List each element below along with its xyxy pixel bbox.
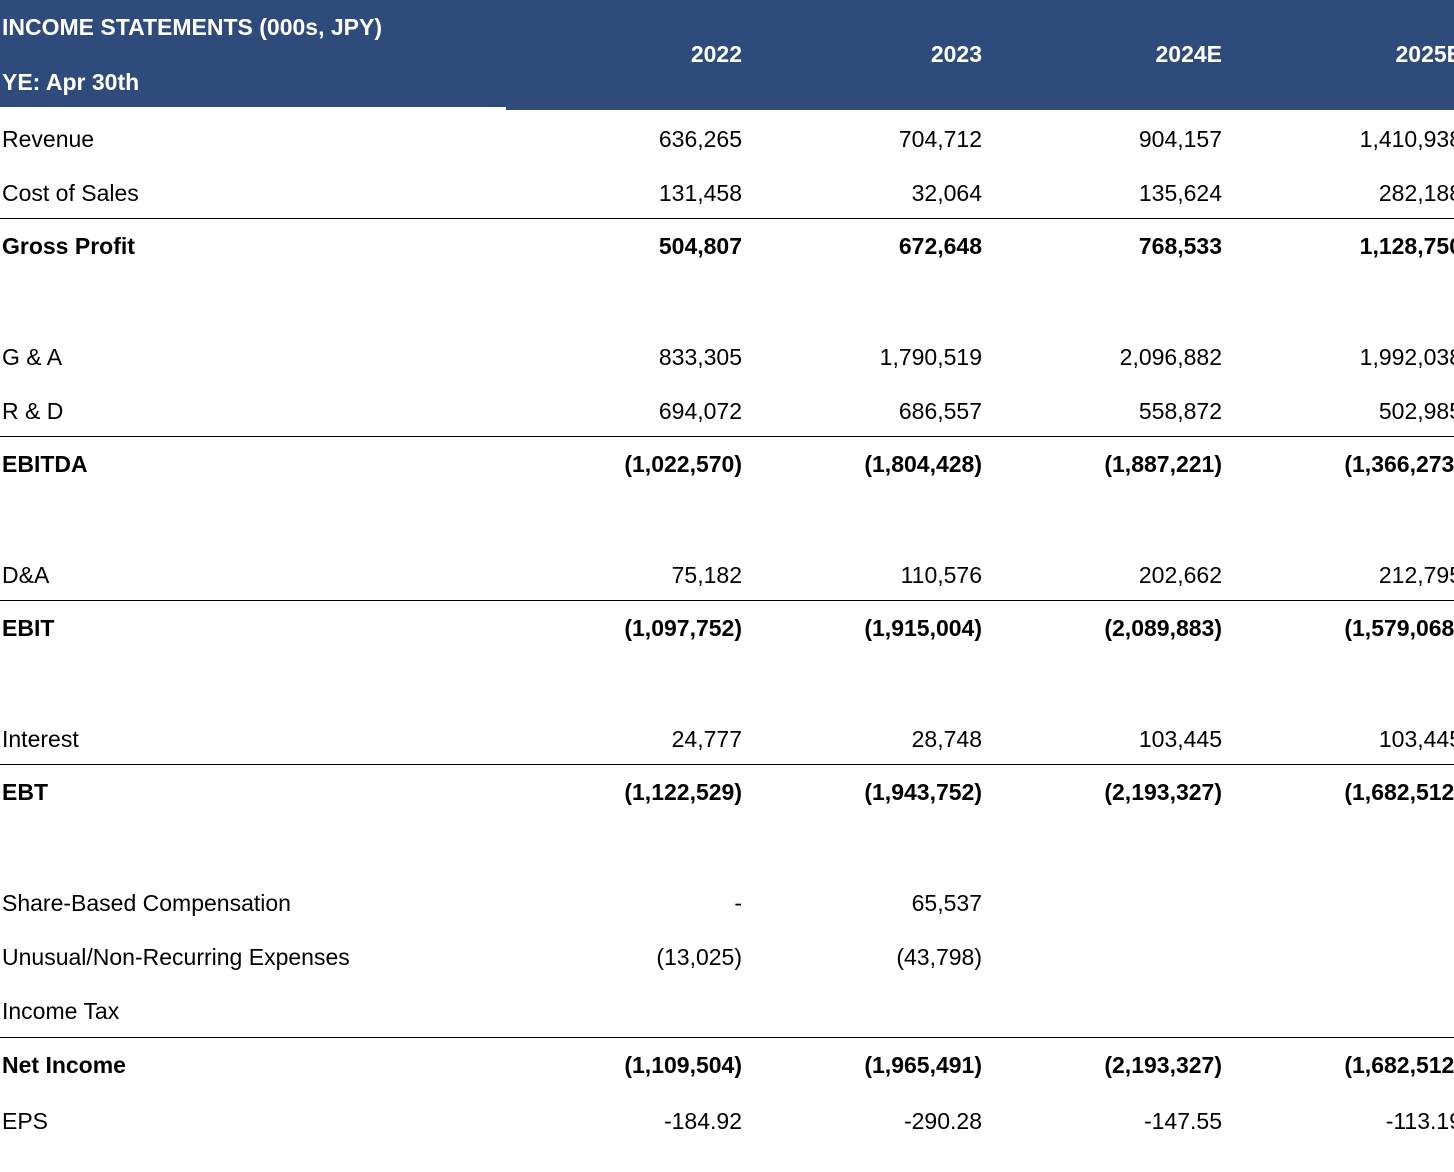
table-row-income-tax: Income Tax: [0, 984, 1454, 1038]
column-header-2023: 2023: [930, 41, 982, 67]
cell-2024e: (2,193,327): [1104, 1052, 1222, 1078]
header-divider: [0, 107, 506, 110]
column-header-2025e: 2025E: [1395, 41, 1454, 67]
cell-2024e: (1,887,221): [1104, 451, 1222, 477]
cell-2025e: 1,992,038: [1359, 344, 1454, 370]
row-label: Revenue: [2, 126, 95, 152]
cell-2023: -290.28: [903, 1108, 982, 1134]
cell-2024e: 2,096,882: [1119, 344, 1222, 370]
cell-2022: 24,777: [671, 726, 742, 752]
cell-2022: (13,025): [656, 944, 742, 970]
cell-2024e: 202,662: [1138, 562, 1222, 588]
cell-2025e: (1,682,512): [1344, 779, 1454, 805]
table-row-unusual-expenses: Unusual/Non-Recurring Expenses (13,025) …: [0, 930, 1454, 984]
row-label: Share-Based Compensation: [2, 890, 291, 916]
cell-2023: (1,804,428): [864, 451, 982, 477]
cell-2023: 704,712: [898, 126, 982, 152]
row-label: Net Income: [2, 1052, 126, 1078]
cell-2025e: (1,366,273): [1344, 451, 1454, 477]
cell-2023: (1,943,752): [864, 779, 982, 805]
cell-2022: (1,097,752): [624, 615, 742, 641]
row-label: R & D: [2, 398, 64, 424]
cell-2025e: 212,795: [1378, 562, 1454, 588]
cell-2023: 110,576: [900, 562, 982, 588]
row-label: Gross Profit: [2, 233, 135, 259]
cell-2023: 686,557: [898, 398, 982, 424]
table-row-ebit: EBIT (1,097,752) (1,915,004) (2,089,883)…: [0, 600, 1454, 654]
cell-2025e: -113.19: [1385, 1108, 1454, 1134]
income-statement-sheet: INCOME STATEMENTS (000s, JPY) YE: Apr 30…: [0, 0, 1454, 1172]
cell-2024e: -147.55: [1143, 1108, 1222, 1134]
cell-2024e: 768,533: [1138, 233, 1222, 259]
row-label: D&A: [2, 562, 50, 588]
cell-2023: 65,537: [911, 890, 982, 916]
cell-2022: 504,807: [658, 233, 742, 259]
cell-2023: 1,790,519: [879, 344, 982, 370]
cell-2024e: 103,445: [1138, 726, 1222, 752]
statement-title: INCOME STATEMENTS (000s, JPY): [2, 14, 382, 40]
cell-2023: 32,064: [911, 180, 982, 206]
cell-2025e: (1,579,068): [1344, 615, 1454, 641]
cell-2024e: 558,872: [1138, 398, 1222, 424]
cell-2025e: (1,682,512): [1344, 1052, 1454, 1078]
cell-2024e: (2,089,883): [1104, 615, 1222, 641]
cell-2023: (1,915,004): [864, 615, 982, 641]
row-label: EBT: [2, 779, 48, 805]
cell-2022: 694,072: [658, 398, 742, 424]
cell-2022: 75,182: [671, 562, 742, 588]
row-label: EBIT: [2, 615, 55, 641]
table-header: INCOME STATEMENTS (000s, JPY) YE: Apr 30…: [0, 0, 1454, 110]
cell-2024e: 135,624: [1138, 180, 1222, 206]
table-row-ebitda: EBITDA (1,022,570) (1,804,428) (1,887,22…: [0, 436, 1454, 490]
cell-2023: 672,648: [898, 233, 982, 259]
table-row-eps: EPS -184.92 -290.28 -147.55 -113.19: [0, 1094, 1454, 1148]
cell-2023: (1,965,491): [864, 1052, 982, 1078]
cell-2022: 131,458: [658, 180, 742, 206]
row-label: EPS: [2, 1108, 49, 1134]
table-row-gross-profit: Gross Profit 504,807 672,648 768,533 1,1…: [0, 218, 1454, 272]
cell-2025e: 103,445: [1378, 726, 1454, 752]
cell-2024e: 904,157: [1138, 126, 1222, 152]
row-label: G & A: [2, 344, 63, 370]
table-row-interest: Interest 24,777 28,748 103,445 103,445: [0, 712, 1454, 766]
table-row-share-based-compensation: Share-Based Compensation - 65,537: [0, 876, 1454, 930]
row-label: Cost of Sales: [2, 180, 139, 206]
cell-2022: 833,305: [658, 344, 742, 370]
cell-2024e: (2,193,327): [1104, 779, 1222, 805]
cell-2025e: 1,128,750: [1359, 233, 1454, 259]
cell-2022: (1,109,504): [624, 1052, 742, 1078]
table-row-ebt: EBT (1,122,529) (1,943,752) (2,193,327) …: [0, 764, 1454, 818]
table-row-revenue: Revenue 636,265 704,712 904,157 1,410,93…: [0, 112, 1454, 166]
table-row-r-and-d: R & D 694,072 686,557 558,872 502,985: [0, 384, 1454, 438]
cell-2022: (1,122,529): [624, 779, 742, 805]
table-row-net-income: Net Income (1,109,504) (1,965,491) (2,19…: [0, 1037, 1454, 1091]
cell-2022: (1,022,570): [624, 451, 742, 477]
table-row-d-and-a: D&A 75,182 110,576 202,662 212,795: [0, 548, 1454, 602]
cell-2022: -: [734, 890, 742, 916]
row-label: EBITDA: [2, 451, 88, 477]
table-row-g-and-a: G & A 833,305 1,790,519 2,096,882 1,992,…: [0, 330, 1454, 384]
cell-2022: -184.92: [663, 1108, 742, 1134]
cell-2023: (43,798): [896, 944, 982, 970]
cell-2025e: 502,985: [1378, 398, 1454, 424]
row-label: Interest: [2, 726, 79, 752]
table-row-cost-of-sales: Cost of Sales 131,458 32,064 135,624 282…: [0, 166, 1454, 220]
fiscal-year-end-label: YE: Apr 30th: [2, 69, 140, 95]
row-label: Income Tax: [2, 998, 120, 1024]
cell-2025e: 282,188: [1378, 180, 1454, 206]
column-header-2022: 2022: [690, 41, 742, 67]
cell-2025e: 1,410,938: [1359, 126, 1454, 152]
column-header-2024e: 2024E: [1155, 41, 1222, 67]
row-label: Unusual/Non-Recurring Expenses: [2, 944, 350, 970]
cell-2023: 28,748: [911, 726, 982, 752]
cell-2022: 636,265: [658, 126, 742, 152]
